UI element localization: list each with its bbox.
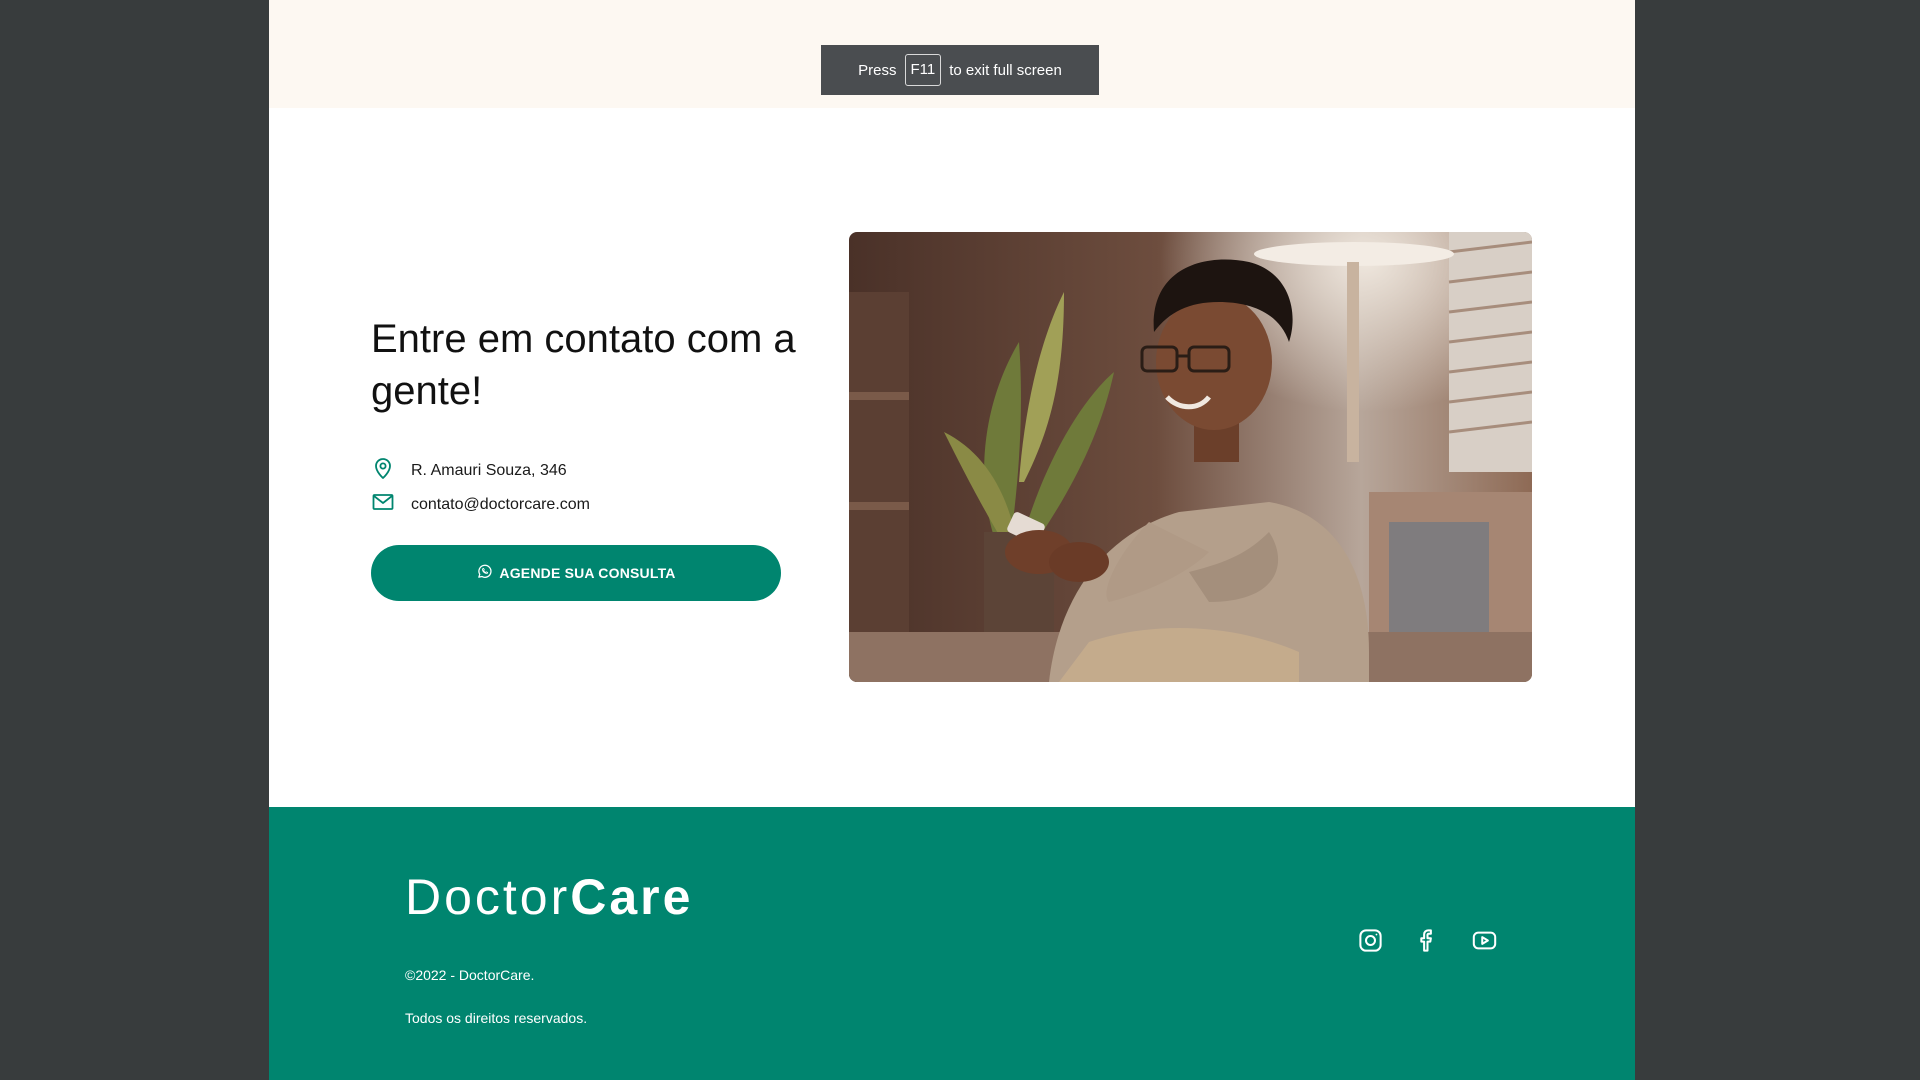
address-row: R. Amauri Souza, 346 xyxy=(371,456,567,485)
email-row: contato@doctorcare.com xyxy=(371,490,590,519)
footer-logo[interactable]: DoctorCare xyxy=(405,867,693,927)
fullscreen-notice-key: F11 xyxy=(904,54,942,86)
social-links xyxy=(1357,927,1498,954)
email-link[interactable]: contato@doctorcare.com xyxy=(411,496,590,514)
copyright-text: ©2022 - DoctorCare. xyxy=(405,967,535,983)
fullscreen-notice: Press F11 to exit full screen xyxy=(821,45,1099,95)
fullscreen-notice-suffix: to exit full screen xyxy=(949,61,1062,79)
facebook-icon[interactable] xyxy=(1414,927,1441,954)
schedule-appointment-label: AGENDE SUA CONSULTA xyxy=(499,565,676,581)
footer: DoctorCare ©2022 - DoctorCare. Todos os … xyxy=(269,807,1635,1080)
contact-title: Entre em contato com a gente! xyxy=(371,317,796,413)
contact-section: Entre em contato com a gente! R. Amauri … xyxy=(269,108,1635,807)
instagram-icon[interactable] xyxy=(1357,927,1384,954)
page: Press F11 to exit full screen Entre em c… xyxy=(269,0,1635,1080)
header-bar: Press F11 to exit full screen xyxy=(269,0,1635,108)
schedule-appointment-button[interactable]: AGENDE SUA CONSULTA xyxy=(371,545,781,601)
fullscreen-notice-press: Press xyxy=(858,61,897,79)
rights-text: Todos os direitos reservados. xyxy=(405,1010,588,1026)
whatsapp-icon xyxy=(476,563,493,583)
youtube-icon[interactable] xyxy=(1471,927,1498,954)
mail-icon xyxy=(371,490,395,519)
logo-bold: Care xyxy=(570,869,694,925)
map-pin-icon xyxy=(371,456,395,485)
logo-regular: Doctor xyxy=(405,869,571,925)
contact-photo xyxy=(849,232,1532,682)
address-text: R. Amauri Souza, 346 xyxy=(411,461,567,479)
